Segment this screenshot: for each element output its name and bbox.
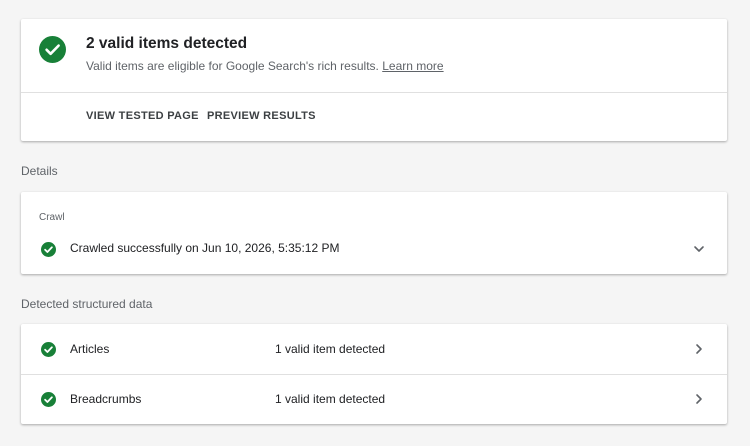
structured-item-breadcrumbs[interactable]: Breadcrumbs 1 valid item detected	[21, 374, 727, 424]
result-title: 2 valid items detected	[86, 35, 248, 52]
view-tested-page-button[interactable]: VIEW TESTED PAGE	[86, 110, 199, 122]
crawl-status-text: Crawled successfully on Jun 10, 2026, 5:…	[70, 241, 340, 255]
chevron-down-icon[interactable]	[692, 242, 706, 256]
result-subtitle-text: Valid items are eligible for Google Sear…	[86, 59, 379, 73]
crawl-heading: Crawl	[39, 212, 65, 223]
preview-results-button[interactable]: PREVIEW RESULTS	[207, 110, 316, 122]
check-circle-icon	[41, 242, 56, 257]
result-summary-header: 2 valid items detected Valid items are e…	[21, 19, 727, 93]
structured-item-name: Articles	[70, 342, 110, 356]
structured-item-name: Breadcrumbs	[70, 392, 142, 406]
check-circle-icon	[41, 392, 56, 407]
check-circle-icon	[39, 36, 66, 63]
structured-data-section-label: Detected structured data	[21, 297, 153, 311]
details-section-label: Details	[21, 164, 58, 178]
learn-more-link[interactable]: Learn more	[382, 59, 443, 73]
structured-data-card: Articles 1 valid item detected Breadcrum…	[21, 324, 727, 424]
result-actions: VIEW TESTED PAGE PREVIEW RESULTS	[21, 93, 727, 141]
structured-item-status: 1 valid item detected	[275, 342, 386, 356]
check-circle-icon	[41, 342, 56, 357]
structured-item-status: 1 valid item detected	[275, 392, 386, 406]
crawl-status-row[interactable]: Crawled successfully on Jun 10, 2026, 5:…	[21, 236, 727, 262]
result-subtitle: Valid items are eligible for Google Sear…	[86, 59, 444, 73]
chevron-right-icon[interactable]	[692, 392, 706, 406]
structured-item-articles[interactable]: Articles 1 valid item detected	[21, 324, 727, 374]
crawl-card: Crawl Crawled successfully on Jun 10, 20…	[21, 192, 727, 274]
result-summary-card: 2 valid items detected Valid items are e…	[21, 19, 727, 141]
chevron-right-icon[interactable]	[692, 342, 706, 356]
